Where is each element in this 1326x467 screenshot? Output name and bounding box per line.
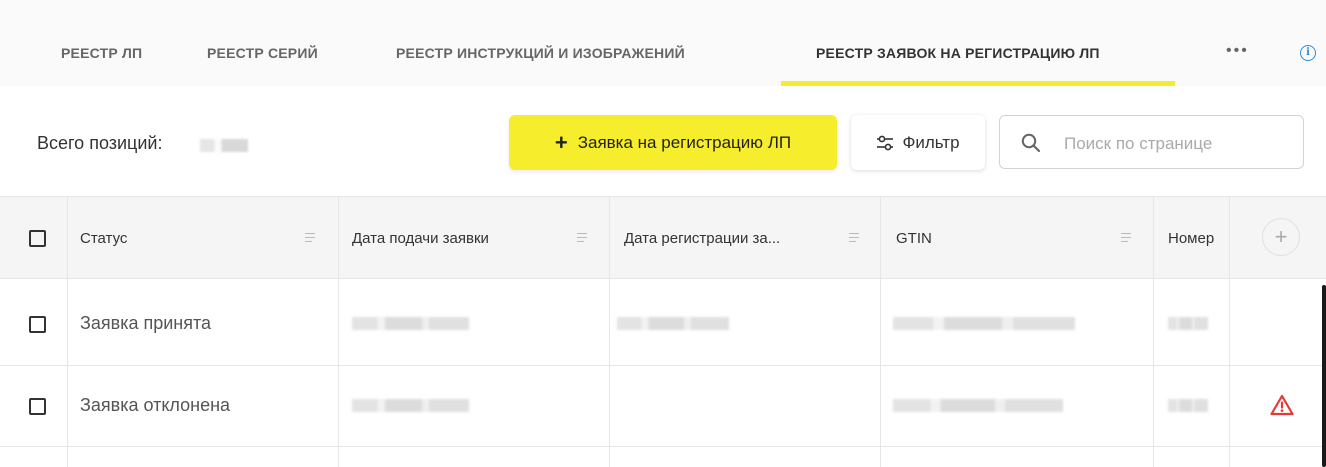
- more-icon[interactable]: •••: [1226, 42, 1249, 60]
- column-menu-icon[interactable]: [1121, 233, 1131, 245]
- vertical-scrollbar[interactable]: [1322, 285, 1326, 467]
- column-divider: [609, 196, 610, 467]
- column-header-registration-date[interactable]: Дата регистрации за...: [624, 230, 780, 247]
- table-top-border: [0, 196, 1326, 197]
- search-box: [999, 115, 1304, 169]
- tab-registry-instructions[interactable]: РЕЕСТР ИНСТРУКЦИЙ И ИЗОБРАЖЕНИЙ: [396, 45, 685, 61]
- redacted-value: [1168, 399, 1208, 412]
- redacted-value: [352, 317, 469, 330]
- info-icon[interactable]: i: [1300, 45, 1316, 61]
- search-icon: [1021, 133, 1041, 153]
- column-menu-icon[interactable]: [849, 233, 859, 245]
- add-column-button[interactable]: +: [1262, 218, 1300, 256]
- warning-icon[interactable]: [1270, 394, 1294, 416]
- column-menu-icon[interactable]: [305, 233, 315, 245]
- filter-button[interactable]: Фильтр: [851, 115, 985, 170]
- row-status: Заявка отклонена: [80, 395, 231, 415]
- header-bottom-border: [0, 278, 1326, 279]
- add-application-button[interactable]: + Заявка на регистрацию ЛП: [509, 115, 837, 170]
- tab-bar: РЕЕСТР ЛП РЕЕСТР СЕРИЙ РЕЕСТР ИНСТРУКЦИЙ…: [0, 0, 1326, 86]
- active-tab-indicator: [781, 81, 1175, 86]
- row-status: Заявка принята: [80, 313, 212, 333]
- tab-registry-applications[interactable]: РЕЕСТР ЗАЯВОК НА РЕГИСТРАЦИЮ ЛП: [816, 45, 1100, 61]
- column-divider: [880, 196, 881, 467]
- column-header-number[interactable]: Номер: [1168, 230, 1214, 247]
- column-divider: [67, 196, 68, 467]
- column-divider: [1153, 196, 1154, 467]
- row-checkbox[interactable]: [29, 398, 46, 415]
- column-header-gtin[interactable]: GTIN: [896, 230, 932, 247]
- total-count-value-redacted: [200, 139, 248, 152]
- column-menu-icon[interactable]: [577, 233, 587, 245]
- redacted-value: [352, 399, 469, 412]
- filter-label: Фильтр: [902, 132, 960, 152]
- redacted-value: [617, 317, 729, 330]
- column-divider: [1229, 196, 1230, 467]
- select-all-checkbox[interactable]: [29, 230, 46, 247]
- tab-registry-series[interactable]: РЕЕСТР СЕРИЙ: [207, 45, 318, 61]
- column-header-status[interactable]: Статус: [80, 230, 127, 247]
- column-divider: [338, 196, 339, 467]
- add-application-label: Заявка на регистрацию ЛП: [577, 132, 792, 152]
- total-count-label: Всего позиций:: [37, 133, 163, 153]
- redacted-value: [893, 399, 1063, 412]
- plus-icon: +: [554, 129, 568, 155]
- row-checkbox[interactable]: [29, 316, 46, 333]
- filter-sliders-icon: [877, 135, 894, 150]
- tab-registry-lp[interactable]: РЕЕСТР ЛП: [61, 45, 142, 61]
- row-divider: [0, 446, 1326, 447]
- row-divider: [0, 365, 1326, 366]
- redacted-value: [893, 317, 1075, 330]
- column-header-submit-date[interactable]: Дата подачи заявки: [352, 230, 489, 247]
- redacted-value: [1168, 317, 1208, 330]
- search-input[interactable]: [1062, 130, 1296, 158]
